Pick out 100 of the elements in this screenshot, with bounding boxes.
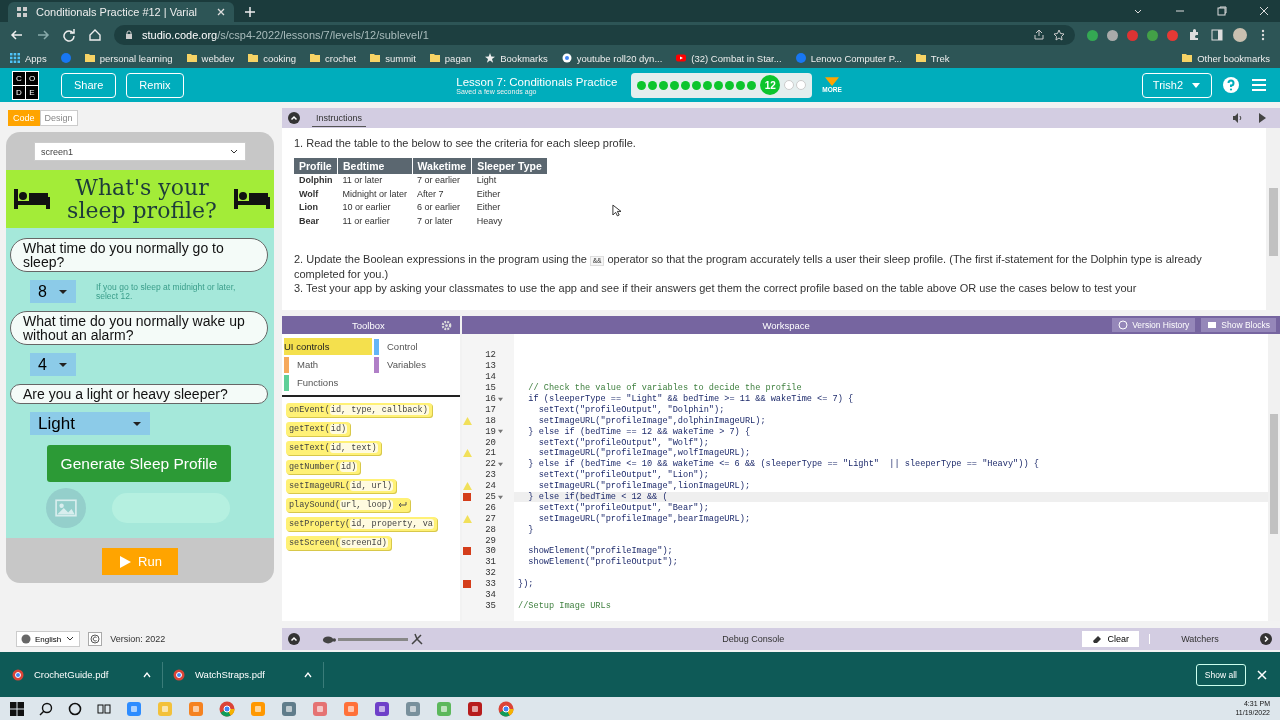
- bookmark[interactable]: Bookmarks: [485, 52, 548, 64]
- code-block[interactable]: playSound(url, loop): [286, 498, 411, 512]
- return-arrow-icon: [397, 501, 408, 509]
- line-number: 25: [484, 492, 496, 502]
- code-block[interactable]: setProperty(id, property, va: [286, 517, 437, 531]
- progress-dot[interactable]: [648, 80, 658, 90]
- bookmark[interactable]: Other bookmarks: [1182, 52, 1270, 64]
- close-icon[interactable]: [216, 7, 226, 17]
- category-item[interactable]: Control: [374, 338, 462, 355]
- answer-dropdown[interactable]: Light: [30, 412, 150, 436]
- extension-icon[interactable]: [1087, 29, 1098, 41]
- answer-dropdown[interactable]: 8: [30, 280, 76, 304]
- bookmark[interactable]: youtube roll20 dyn...: [561, 52, 663, 64]
- app-icon[interactable]: [126, 700, 142, 717]
- fold-icon[interactable]: [497, 429, 503, 435]
- apps-grid-icon: [10, 53, 20, 63]
- code-block[interactable]: getNumber(id): [286, 460, 361, 474]
- bookmark[interactable]: (32) Combat in Star...: [676, 52, 782, 64]
- progress-dot[interactable]: [637, 80, 647, 90]
- play-icon: [118, 554, 133, 569]
- progress-dot[interactable]: [714, 80, 724, 90]
- screen-select[interactable]: screen1: [34, 142, 246, 161]
- progress-dot[interactable]: [681, 80, 691, 90]
- speed-slider[interactable]: [322, 632, 424, 646]
- forward-icon[interactable]: [36, 28, 50, 42]
- code-block[interactable]: getText(id): [286, 422, 351, 436]
- fold-icon[interactable]: [497, 494, 503, 500]
- task-view-icon[interactable]: [97, 701, 111, 716]
- bookmark[interactable]: webdev: [186, 52, 235, 64]
- app-icon[interactable]: [312, 700, 328, 717]
- circle-icon[interactable]: [68, 701, 82, 716]
- code-block[interactable]: onEvent(id, type, callback): [286, 403, 432, 417]
- instructions-tab[interactable]: Instructions: [312, 109, 367, 127]
- progress-dot[interactable]: [796, 80, 807, 90]
- progress-dot[interactable]: [670, 80, 680, 90]
- progress-dot[interactable]: [736, 80, 746, 90]
- share-icon[interactable]: [1033, 29, 1045, 41]
- clear-button[interactable]: Clear: [1082, 631, 1139, 647]
- generate-button[interactable]: Generate Sleep Profile: [46, 445, 232, 483]
- progress-dot[interactable]: [692, 80, 702, 90]
- app-icon[interactable]: [467, 700, 483, 717]
- play-icon[interactable]: [1256, 112, 1268, 124]
- search-icon[interactable]: [39, 701, 53, 716]
- download-item[interactable]: CrochetGuide.pdf: [12, 661, 163, 688]
- sidebar-icon[interactable]: [1210, 28, 1224, 42]
- new-tab-icon[interactable]: [244, 6, 256, 18]
- extension-icon[interactable]: [1107, 29, 1118, 41]
- star-icon[interactable]: [1053, 29, 1065, 41]
- code-line: if (sleeperType == "Light" && bedTime >= 11 && wakeTime <= 7) {: [527, 394, 854, 404]
- category-item[interactable]: UI controls: [284, 338, 372, 355]
- download-item[interactable]: WatchStraps.pdf: [173, 661, 324, 688]
- back-icon[interactable]: [10, 28, 24, 42]
- category-item[interactable]: Functions: [284, 374, 372, 391]
- start-icon[interactable]: [10, 701, 24, 716]
- category-item[interactable]: Math: [284, 356, 372, 373]
- answer-dropdown[interactable]: 4: [30, 353, 76, 377]
- help-icon[interactable]: [1222, 76, 1240, 94]
- progress-dot[interactable]: [703, 80, 713, 90]
- bookmark[interactable]: Apps: [10, 52, 47, 64]
- restore-icon[interactable]: [1216, 5, 1228, 17]
- collapse-icon[interactable]: [288, 633, 300, 645]
- bookmark[interactable]: summit: [370, 52, 416, 64]
- mode-tab[interactable]: Design: [39, 110, 78, 126]
- progress-dot[interactable]: [784, 80, 795, 90]
- extension-icon[interactable]: [1147, 29, 1158, 41]
- fold-icon[interactable]: [497, 396, 503, 402]
- expand-icon[interactable]: [1260, 633, 1272, 645]
- code-block[interactable]: setText(id, text): [286, 441, 381, 455]
- bookmark[interactable]: Lenovo Computer P...: [795, 52, 902, 64]
- progress-dot[interactable]: [659, 80, 669, 90]
- category-item[interactable]: Variables: [374, 356, 462, 373]
- progress-dot[interactable]: [747, 80, 757, 90]
- speaker-icon[interactable]: [1232, 112, 1244, 124]
- app-icon[interactable]: [374, 700, 390, 717]
- settings-icon[interactable]: [441, 319, 452, 331]
- scrollbar[interactable]: [1268, 334, 1280, 621]
- progress-dot[interactable]: [725, 80, 735, 90]
- menu-icon[interactable]: [1250, 76, 1268, 94]
- reload-icon[interactable]: [62, 28, 76, 42]
- copyright-icon[interactable]: [88, 632, 103, 646]
- bookmark[interactable]: crochet: [310, 52, 357, 64]
- language-select[interactable]: English: [16, 631, 81, 647]
- home-icon[interactable]: [88, 28, 102, 42]
- browser-tab[interactable]: Conditionals Practice #12 | Varial: [8, 2, 234, 22]
- bookmark[interactable]: pagan: [429, 52, 472, 64]
- collapse-icon[interactable]: [288, 112, 300, 124]
- logo[interactable]: C O D E: [12, 70, 39, 100]
- puzzle-icon[interactable]: [1187, 28, 1201, 42]
- site-icon: [60, 53, 71, 63]
- bookmark[interactable]: personal learning: [84, 52, 173, 64]
- bookmark[interactable]: Trek: [915, 52, 950, 64]
- fold-icon[interactable]: [497, 461, 503, 467]
- code-block[interactable]: setImageURL(id, url): [286, 479, 397, 493]
- address-field[interactable]: studio.code.org/s/csp4-2022/lessons/7/levels/12/sublevel/1: [114, 25, 1075, 45]
- scrollbar[interactable]: [1266, 128, 1280, 310]
- show-all-button[interactable]: Show all: [1195, 663, 1246, 686]
- bookmark[interactable]: cooking: [248, 52, 297, 64]
- avatar-icon[interactable]: [1233, 28, 1247, 42]
- code-block[interactable]: setScreen(screenId): [286, 536, 391, 550]
- close-icon[interactable]: [1258, 5, 1270, 17]
